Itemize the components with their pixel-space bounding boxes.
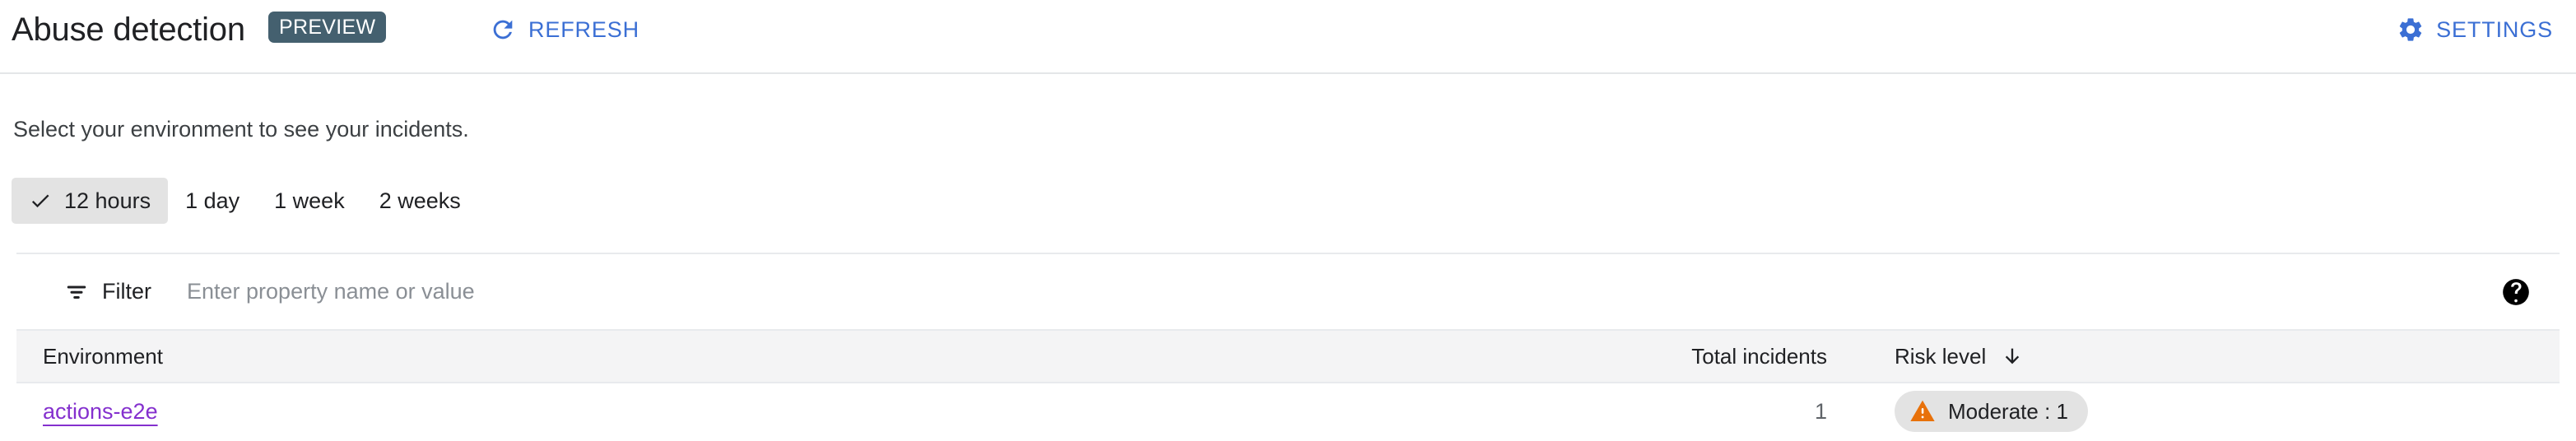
environment-link[interactable]: actions-e2e: [43, 399, 158, 425]
time-range-option-1-day[interactable]: 1 day: [168, 178, 257, 224]
search-input[interactable]: [185, 272, 2495, 311]
help-icon: [2500, 276, 2532, 308]
risk-level-badge: Moderate : 1: [1895, 391, 2088, 432]
table-header-risk-level[interactable]: Risk level: [1827, 344, 2560, 369]
column-label: Total incidents: [1691, 343, 1827, 369]
check-icon: [29, 189, 52, 212]
settings-button[interactable]: SETTINGS: [2390, 7, 2560, 53]
time-range-option-label: 1 day: [185, 188, 240, 213]
refresh-button[interactable]: REFRESH: [482, 7, 646, 53]
table-cell-environment: actions-e2e: [16, 399, 1654, 425]
column-label: Environment: [43, 343, 163, 369]
filter-bar: Filter: [16, 253, 2560, 329]
risk-level-label: Moderate : 1: [1948, 398, 2068, 424]
help-button[interactable]: [2495, 276, 2536, 309]
table-header-environment[interactable]: Environment: [16, 344, 1654, 369]
table-cell-risk-level: Moderate : 1: [1827, 391, 2560, 432]
page-description: Select your environment to see your inci…: [13, 117, 469, 142]
incidents-table: Environment Total incidents Risk level a…: [16, 329, 2560, 439]
time-range-option-label: 12 hours: [64, 188, 151, 213]
refresh-button-label: REFRESH: [528, 16, 639, 42]
table-row[interactable]: actions-e2e 1 Moderate : 1: [16, 383, 2560, 439]
warning-triangle-icon: [1909, 398, 1936, 425]
time-range-option-label: 2 weeks: [379, 188, 461, 213]
arrow-down-icon: [2001, 345, 2024, 368]
time-range-selector: 12 hours 1 day 1 week 2 weeks: [12, 178, 478, 224]
table-cell-total-incidents: 1: [1654, 399, 1827, 425]
time-range-option-12-hours[interactable]: 12 hours: [12, 178, 169, 224]
column-label: Risk level: [1895, 343, 1987, 369]
filter-button[interactable]: Filter: [59, 278, 156, 305]
time-range-option-label: 1 week: [274, 188, 345, 213]
page-title: Abuse detection: [12, 12, 245, 48]
table-header-total-incidents[interactable]: Total incidents: [1654, 344, 1827, 369]
settings-button-label: SETTINGS: [2436, 16, 2553, 42]
time-range-option-2-weeks[interactable]: 2 weeks: [362, 178, 478, 224]
status-badge: PREVIEW: [268, 12, 387, 43]
filter-icon: [64, 280, 89, 304]
refresh-icon: [489, 16, 517, 44]
filter-button-label: Filter: [102, 279, 151, 304]
gear-icon: [2397, 16, 2425, 44]
time-range-option-1-week[interactable]: 1 week: [257, 178, 362, 224]
page-header: Abuse detection PREVIEW REFRESH SETTINGS: [0, 0, 2576, 74]
table-header-row: Environment Total incidents Risk level: [16, 329, 2560, 383]
total-incidents-value: 1: [1814, 398, 1827, 424]
